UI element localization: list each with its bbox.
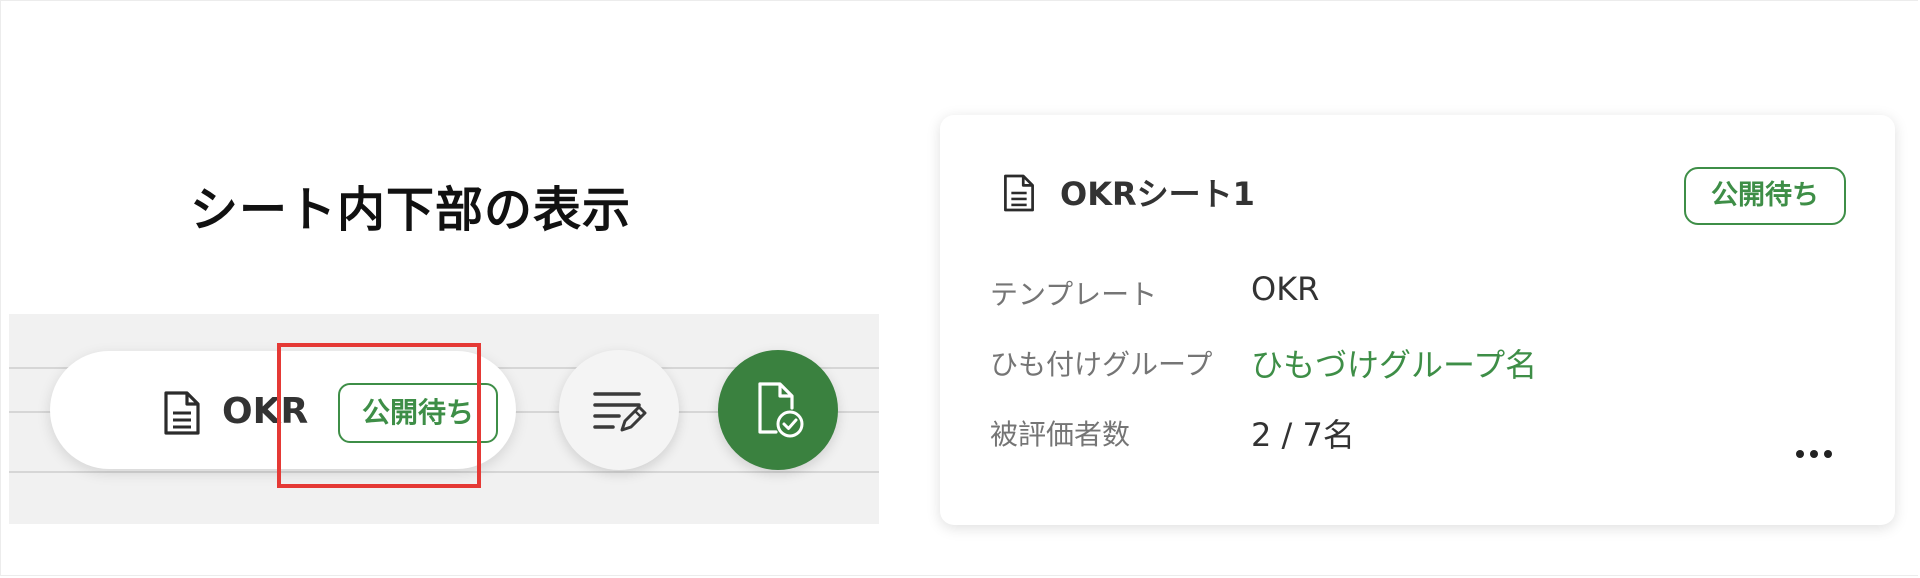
document-check-icon bbox=[758, 382, 804, 438]
sheet-name-label: OKR bbox=[222, 391, 309, 432]
divider-line bbox=[9, 471, 879, 473]
more-horizontal-icon[interactable] bbox=[1786, 435, 1842, 471]
section-title: シート内下部の表示 bbox=[190, 182, 632, 238]
document-icon bbox=[1004, 174, 1034, 212]
edit-list-icon bbox=[593, 392, 647, 432]
status-badge: 公開待ち bbox=[338, 383, 498, 443]
template-value: OKR bbox=[1251, 270, 1320, 308]
linked-group-label: ひも付けグループ bbox=[990, 348, 1213, 381]
evaluatee-count-label: 被評価者数 bbox=[990, 418, 1131, 451]
linked-group-link[interactable]: ひもづけグループ名 bbox=[1251, 340, 1537, 386]
evaluatee-count-value: 2 / 7名 bbox=[1251, 416, 1355, 454]
template-label: テンプレート bbox=[990, 278, 1158, 311]
card-title: OKRシート1 bbox=[1060, 175, 1255, 213]
sheet-bottom-bar-preview: OKR 公開待ち bbox=[9, 314, 879, 524]
submit-sheet-button[interactable] bbox=[718, 350, 838, 470]
sheet-info-pill: OKR 公開待ち bbox=[50, 351, 516, 469]
document-icon bbox=[164, 391, 200, 435]
status-badge: 公開待ち bbox=[1684, 167, 1846, 225]
edit-button[interactable] bbox=[559, 350, 679, 470]
sheet-card[interactable]: OKRシート1 公開待ち テンプレート OKR ひも付けグループ ひもづけグルー… bbox=[940, 115, 1895, 525]
